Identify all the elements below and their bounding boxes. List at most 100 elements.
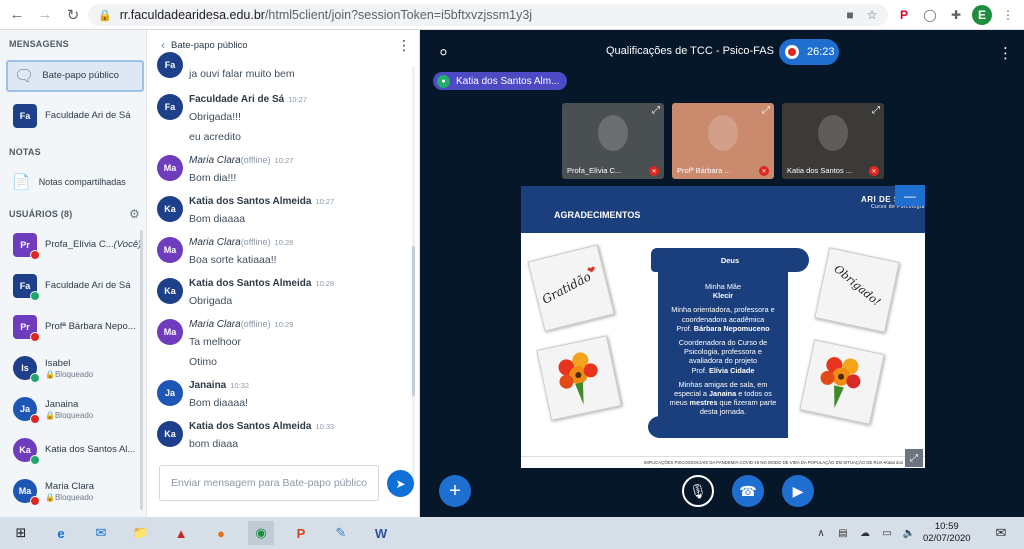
user-item[interactable]: Pr Profa_Elívia C...(Você) [6, 230, 144, 260]
avatar: Fa [13, 274, 40, 301]
avatar: Ka [157, 278, 183, 304]
star-icon[interactable]: ☆ [862, 5, 882, 25]
chrome-icon[interactable]: ◉ [248, 521, 274, 545]
reload-icon[interactable]: ↻ [62, 4, 84, 26]
webcam-tile[interactable]: ⤢ Profª Bárbara ... ✕ [672, 103, 774, 179]
volume-icon[interactable]: 🔈 [896, 521, 922, 545]
options-menu-icon[interactable]: ⋮ [998, 44, 1013, 62]
notifications-icon[interactable]: ✉ [988, 521, 1014, 545]
forward-arrow-icon[interactable]: → [34, 4, 56, 26]
chat-options-icon[interactable]: ⋮ [397, 37, 411, 54]
edge-icon[interactable]: e [48, 521, 74, 545]
chevron-left-icon[interactable]: ‹ [161, 38, 165, 52]
message-text: bom diaaa [189, 438, 239, 450]
fullscreen-button[interactable]: ⤢ [905, 449, 923, 467]
user-name: Faculdade Ari de Sá [45, 280, 131, 291]
webcam-label: Katia dos Santos ... [787, 166, 853, 175]
pinterest-icon[interactable]: P [894, 5, 914, 25]
shared-notes-item[interactable]: 📄 Notas compartilhadas [6, 169, 144, 195]
chat-bubble-icon: 🗨 [14, 68, 35, 85]
instagram-icon[interactable]: ◯ [920, 5, 940, 25]
firefox-icon[interactable]: ● [208, 521, 234, 545]
offline-label: (offline) [240, 319, 271, 329]
webcam-tile[interactable]: ⤢ Katia dos Santos ... ✕ [782, 103, 884, 179]
slide-header: AGRADECIMENTOS ARI DE SÁ Curso de Psicolo… [521, 186, 925, 233]
mute-button[interactable]: 🎙 [682, 475, 714, 507]
user-item[interactable]: Is Isabel 🔒Bloqueado [6, 353, 144, 383]
paint-icon[interactable]: ✎ [328, 521, 354, 545]
chat-title[interactable]: Bate-papo público [171, 40, 248, 51]
user-list-scrollbar[interactable] [140, 230, 143, 510]
microphone-off-icon: 🎙 [689, 482, 707, 499]
recording-indicator[interactable]: 26:23 [779, 39, 839, 65]
address-bar[interactable]: 🔒 rr.faculdadearidesa.edu.br/html5client… [88, 4, 888, 26]
webcam-label: Profa_Elívia C... [567, 166, 622, 175]
send-button[interactable]: ➤ [387, 470, 414, 497]
lock-icon: 🔒 [98, 9, 112, 22]
talker-name: Katia dos Santos Alm... [456, 75, 560, 87]
private-chat-item[interactable]: Fa Faculdade Ari de Sá [6, 102, 144, 130]
avatar: Fa [157, 52, 183, 78]
participant-silhouette [708, 115, 738, 151]
webcam-tile[interactable]: ⤢ Profa_Elívia C... ✕ [562, 103, 664, 179]
message-sender: Janaina 10:32 [189, 380, 250, 391]
user-name: Katia dos Santos Al... [45, 444, 136, 455]
flower-card [536, 335, 622, 421]
scroll-curl [648, 416, 672, 438]
offline-label: (offline) [240, 237, 271, 247]
minimize-presentation-button[interactable]: — [895, 185, 925, 206]
public-chat-item[interactable]: 🗨 Bate-papo público [6, 60, 144, 92]
file-explorer-icon[interactable]: 📁 [128, 521, 154, 545]
user-info: Profa_Elívia C...(Você) [45, 239, 141, 251]
chat-message: Ma Maria Clara(offline) 10:28 Boa sorte kat… [157, 237, 407, 277]
messages-header: MENSAGENS [9, 39, 69, 49]
extensions-icon[interactable]: ✚ [946, 5, 966, 25]
status-icon [30, 332, 40, 342]
video-camera-icon: ▶ [792, 482, 804, 499]
menu-dots-icon[interactable]: ⋮ [998, 5, 1018, 25]
message-text: ja ouvi falar muito bem [189, 68, 295, 80]
fullscreen-icon[interactable]: ⤢ [762, 105, 770, 116]
url-path: /html5client/join?sessionToken=i5bftxvzj… [264, 8, 533, 22]
record-icon [785, 45, 799, 59]
status-icon [30, 250, 40, 260]
acknowledgement-line: coordenadora acadêmica [681, 314, 765, 324]
acknowledgement-text: Minha Mãe Klecir Minha orientadora, profes… [658, 268, 788, 438]
user-item[interactable]: Ka Katia dos Santos Al... [6, 435, 144, 465]
message-sender: Maria Clara(offline) 10:29 [189, 319, 294, 330]
fullscreen-icon[interactable]: ⤢ [652, 105, 660, 116]
fullscreen-icon[interactable]: ⤢ [872, 105, 880, 116]
slide-title: AGRADECIMENTOS [554, 210, 641, 220]
recording-timer: 26:23 [807, 46, 835, 58]
windows-start-icon[interactable]: ⊞ [8, 521, 34, 545]
video-button[interactable]: ▶ [782, 475, 814, 507]
user-item[interactable]: Ma Maria Clara 🔒Bloqueado [6, 476, 144, 506]
avatar: Ja [13, 397, 40, 424]
chat-input[interactable]: Enviar mensagem para Bate-papo público [159, 465, 379, 501]
back-arrow-icon[interactable]: ← [6, 4, 28, 26]
user-item[interactable]: Pr Profª Bárbara Nepo... [6, 312, 144, 342]
user-status: 🔒Bloqueado [45, 410, 94, 420]
message-time: 10:29 [274, 320, 294, 329]
user-item[interactable]: Fa Faculdade Ari de Sá [6, 271, 144, 301]
message-sender: Maria Clara(offline) 10:28 [189, 237, 294, 248]
word-icon[interactable]: W [368, 521, 394, 545]
user-icon[interactable]: ⚪ [438, 45, 449, 61]
acrobat-icon[interactable]: ▲ [168, 521, 194, 545]
user-item[interactable]: Ja Janaina 🔒Bloqueado [6, 394, 144, 424]
message-time: 10:33 [315, 422, 335, 431]
user-info: Maria Clara 🔒Bloqueado [45, 481, 94, 502]
profile-avatar[interactable]: E [972, 5, 992, 25]
mail-icon[interactable]: ✉ [88, 521, 114, 545]
muted-icon: ✕ [649, 166, 659, 176]
slide-footer: IMPLICAÇÕES PSICOSSOCIAIS DA PANDEMIA CO… [521, 456, 925, 468]
system-clock[interactable]: 10:59 02/07/2020 [923, 521, 971, 545]
chat-scrollbar[interactable] [412, 66, 415, 486]
camera-icon[interactable]: ■ [840, 5, 860, 25]
gear-icon[interactable]: ⚙ [129, 207, 140, 221]
audio-button[interactable]: ☎ [732, 475, 764, 507]
actions-button[interactable]: + [439, 475, 471, 507]
powerpoint-icon[interactable]: P [288, 521, 314, 545]
chat-message: Ma Maria Clara(offline) 10:27 Bom dia!!! [157, 155, 407, 195]
acknowledgement-line: Coordenadora do Curso de [678, 337, 768, 347]
